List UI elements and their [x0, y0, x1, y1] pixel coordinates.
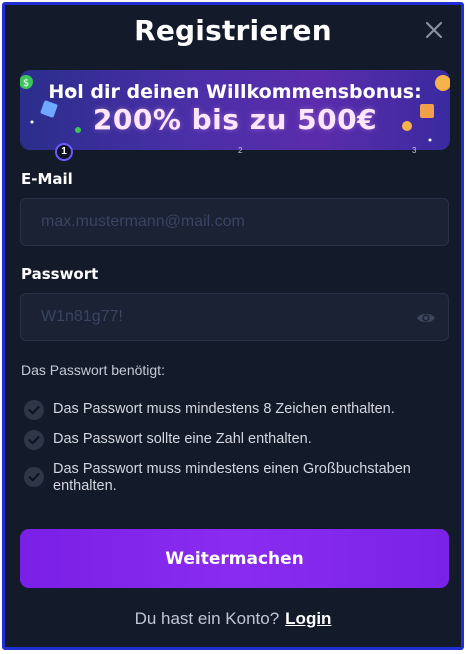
password-field[interactable]	[21, 294, 448, 340]
registration-modal: Registrieren $ Hol dir deinen Willkommen…	[2, 2, 464, 650]
login-prompt: Du hast ein Konto? Login	[5, 609, 461, 629]
check-circle-icon	[24, 430, 44, 450]
bonus-headline: Hol dir deinen Willkommensbonus:	[48, 81, 422, 103]
requirement-text: Das Passwort sollte eine Zahl enthalten.	[53, 431, 312, 447]
requirement-item: Das Passwort muss mindestens einen Großb…	[23, 461, 433, 495]
password-label: Passwort	[21, 265, 99, 283]
bonus-amount: 200% bis zu 500€	[92, 103, 378, 136]
check-circle-icon	[24, 400, 44, 420]
email-field-wrapper	[20, 198, 449, 246]
requirement-text: Das Passwort muss mindestens einen Großb…	[53, 461, 411, 494]
close-icon[interactable]	[423, 19, 445, 41]
email-label: E-Mail	[21, 170, 73, 188]
continue-button[interactable]: Weitermachen	[20, 529, 449, 588]
requirement-text: Das Passwort muss mindestens 8 Zeichen e…	[53, 401, 395, 417]
step-3: 3	[412, 146, 417, 155]
step-2: 2	[238, 146, 243, 155]
email-field[interactable]	[21, 199, 448, 245]
check-circle-icon	[24, 467, 44, 487]
requirement-item: Das Passwort muss mindestens 8 Zeichen e…	[23, 400, 443, 421]
password-requirements-title: Das Passwort benötigt:	[21, 362, 165, 378]
bonus-banner: $ Hol dir deinen Willkommensbonus: 200% …	[20, 70, 450, 150]
bonus-steps: 1 2 3	[20, 142, 450, 162]
login-prompt-text: Du hast ein Konto?	[134, 609, 280, 628]
modal-title: Registrieren	[134, 14, 332, 47]
requirement-item: Das Passwort sollte eine Zahl enthalten.	[23, 430, 443, 451]
login-link[interactable]: Login	[285, 609, 331, 628]
password-field-wrapper	[20, 293, 449, 341]
eye-icon[interactable]	[416, 308, 436, 328]
step-1: 1	[55, 143, 73, 161]
